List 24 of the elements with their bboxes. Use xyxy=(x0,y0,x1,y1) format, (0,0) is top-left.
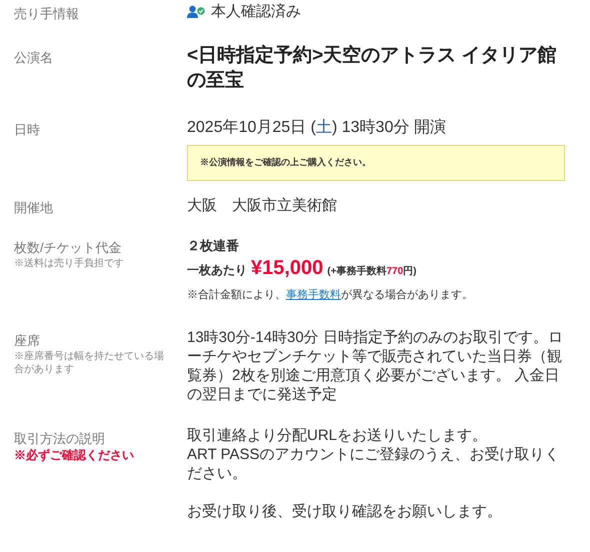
field-label: 日時 xyxy=(14,121,41,139)
field-label: 開催地 xyxy=(14,199,54,217)
field-label: 売り手情報 xyxy=(14,5,80,23)
event-title: <日時指定予約>天空のアトラス イタリア館の至宝 xyxy=(187,44,558,93)
description-text: お受け取り後、受け取り確認をお願いします。 xyxy=(187,502,503,521)
ticket-quantity: ２枚連番 xyxy=(187,237,239,255)
venue-text: 大阪 大阪市立美術館 xyxy=(187,196,338,216)
field-label: 枚数/チケット代金 xyxy=(14,239,123,257)
field-note: ※送料は売り手負担です xyxy=(14,257,125,270)
field-note: ※座席番号は幅を持たせている場合があります xyxy=(14,350,165,376)
description-text: 取引連絡より分配URLをお送りいたします。 ART PASSのアカウントにご登録のうえ、お受け取りください。 xyxy=(187,426,561,483)
notice-box: ※公演情報をご確認の上ご購入ください。 xyxy=(187,145,565,181)
field-label: 公演名 xyxy=(14,49,54,67)
field-label: 座席 xyxy=(14,332,41,350)
fee-note: ※合計金額により、事務手数料が異なる場合があります。 xyxy=(187,288,474,303)
description-text: 13時30分-14時30分 日時指定予約のみのお取引です。ローチケやセブンチケット等で販売されていた当日券（観覧券）2枚を別途ご用意頂く必要がございます。 入金日の翌日までに発送予定 xyxy=(187,328,564,404)
verification-status: 本人確認済み xyxy=(211,2,301,22)
fee-link[interactable]: 事務手数料 xyxy=(286,289,341,301)
event-date: 2025年10月25日 (土) 13時30分 開演 xyxy=(187,118,447,138)
field-label: 取引方法の説明 xyxy=(14,430,106,448)
warning-note: ※必ずご確認ください xyxy=(14,448,135,463)
fee-text: (+事務手数料770円) xyxy=(327,264,416,279)
ticket-price: ¥15,000 xyxy=(251,256,324,281)
price-per-label: 一枚あたり xyxy=(187,262,247,279)
